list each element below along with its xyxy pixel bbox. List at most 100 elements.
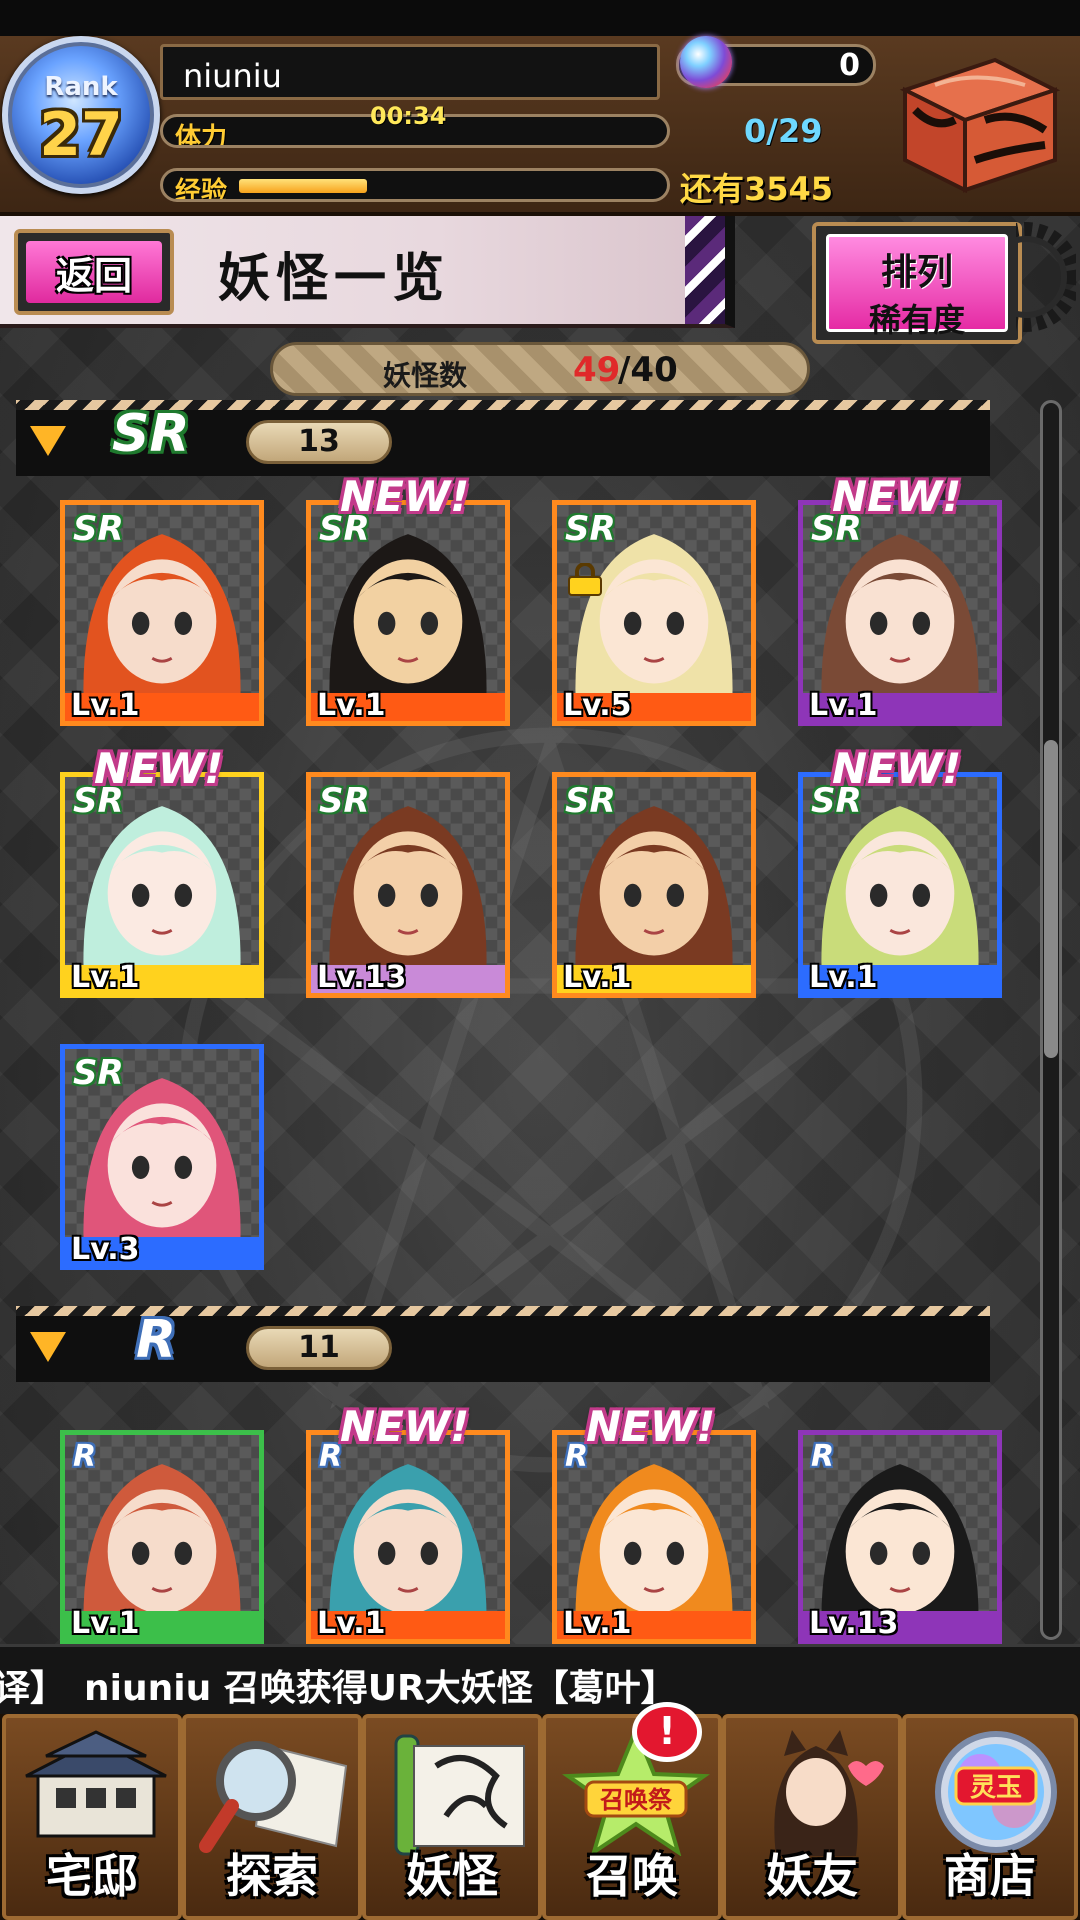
announcement-ticker: 译】 niuniu 召唤获得UR大妖怪【葛叶】 xyxy=(0,1644,1080,1714)
yokai-count-pill: 妖怪数 49 /40 xyxy=(270,342,810,396)
yokai-card[interactable]: SR Lv.1 xyxy=(552,772,756,998)
new-tag: NEW! xyxy=(340,1402,470,1451)
rarity-badge: R xyxy=(73,1439,97,1474)
back-button-label: 返回 xyxy=(55,253,132,298)
level-label: Lv.1 xyxy=(563,1606,632,1641)
collapse-arrow-icon xyxy=(30,426,66,456)
yokai-card[interactable]: R Lv.1 xyxy=(60,1430,264,1644)
nav-label: 宅邸 xyxy=(46,1849,138,1903)
lock-icon xyxy=(568,563,602,596)
yokai-card[interactable]: SR Lv.3 xyxy=(60,1044,264,1270)
nav-label: 探索 xyxy=(226,1849,318,1903)
ticker-text: 译】 niuniu 召唤获得UR大妖怪【葛叶】 xyxy=(0,1668,677,1709)
player-name-box: niuniu xyxy=(160,44,660,100)
nav-label: 妖怪 xyxy=(406,1849,498,1903)
level-label: Lv.1 xyxy=(317,688,386,723)
sort-button-face: 排列 稀有度 xyxy=(826,234,1008,339)
scrollbar-thumb[interactable] xyxy=(1044,740,1058,1058)
yokai-card[interactable]: SR Lv.1 xyxy=(798,500,1002,726)
rarity-badge: SR xyxy=(73,509,124,549)
stamina-label: 体力 xyxy=(175,123,228,148)
section-header-sr[interactable]: SR 13 xyxy=(16,400,990,476)
level-label: Lv.1 xyxy=(563,960,632,995)
bottom-nav: 宅邸 探索 妖怪 召唤祭 召唤 妖友 灵玉 商店 xyxy=(0,1714,1080,1920)
yokai-card[interactable]: SR Lv.1 xyxy=(60,772,264,998)
yokai-card[interactable]: R Lv.1 xyxy=(552,1430,756,1644)
magnifier-map-icon xyxy=(199,1741,348,1853)
yokai-count-current: 49 xyxy=(573,350,621,390)
yokai-card[interactable]: R Lv.13 xyxy=(798,1430,1002,1644)
yokai-card[interactable]: R Lv.1 xyxy=(306,1430,510,1644)
rank-badge: Rank 27 xyxy=(2,36,160,194)
sort-button-label: 排列 xyxy=(880,252,953,293)
section-header-r[interactable]: R 11 xyxy=(16,1306,990,1382)
rarity-badge: R xyxy=(319,1439,343,1474)
stamina-timer: 00:34 xyxy=(370,102,447,130)
nav-label: 商店 xyxy=(944,1849,1036,1903)
stamina-value: 0/29 xyxy=(744,112,823,150)
nav-shop[interactable]: 灵玉 商店 xyxy=(902,1714,1078,1920)
summon-festival-label: 召唤祭 xyxy=(599,1786,673,1814)
level-label: Lv.1 xyxy=(71,688,140,723)
exp-label: 经验 xyxy=(175,177,228,202)
friend-girl-icon xyxy=(774,1730,884,1856)
nav-explore[interactable]: 探索 xyxy=(182,1714,362,1920)
back-button[interactable]: 返回 xyxy=(14,229,174,315)
yokai-card[interactable]: SR Lv.1 xyxy=(306,500,510,726)
rank-label: Rank xyxy=(44,72,118,102)
level-label: Lv.13 xyxy=(809,1606,899,1641)
exp-bar: 经验 xyxy=(160,168,670,202)
collapse-arrow-icon xyxy=(30,1332,66,1362)
nav-friends[interactable]: 妖友 xyxy=(722,1714,902,1920)
level-label: Lv.1 xyxy=(317,1606,386,1641)
gear-icon xyxy=(1016,222,1076,332)
new-tag: NEW! xyxy=(832,472,962,521)
exp-remaining: 还有3545 xyxy=(680,170,834,208)
nav-label: 妖友 xyxy=(766,1849,858,1903)
rarity-badge: SR xyxy=(319,781,370,821)
level-label: Lv.1 xyxy=(71,960,140,995)
yokai-card[interactable]: SR Lv.13 xyxy=(306,772,510,998)
rank-value: 27 xyxy=(39,100,123,170)
exp-bar-fill xyxy=(239,179,367,193)
yokai-count-label: 妖怪数 xyxy=(383,359,468,392)
level-label: Lv.13 xyxy=(317,960,407,995)
page-title: 妖怪一览 xyxy=(218,249,451,309)
spirit-orb-label: 灵玉 xyxy=(970,1773,1022,1803)
rarity-badge: R xyxy=(811,1439,835,1474)
section-rarity-label: R xyxy=(136,1310,177,1370)
yokai-card[interactable]: SR Lv.1 xyxy=(60,500,264,726)
level-label: Lv.1 xyxy=(809,688,878,723)
rarity-badge: R xyxy=(565,1439,589,1474)
spirit-orb-icon: 灵玉 xyxy=(935,1731,1057,1853)
level-label: Lv.1 xyxy=(809,960,878,995)
rarity-badge: SR xyxy=(565,781,616,821)
section-count: 13 xyxy=(246,420,392,464)
new-tag: NEW! xyxy=(832,744,962,793)
yokai-card[interactable]: SR Lv.5 xyxy=(552,500,756,726)
yokai-count-max: /40 xyxy=(618,350,678,390)
system-status-bar xyxy=(0,0,1080,36)
player-name: niuniu xyxy=(183,57,282,95)
rarity-badge: SR xyxy=(565,509,616,549)
storage-chest-icon[interactable] xyxy=(884,50,1066,200)
summon-alert-badge: ! xyxy=(632,1702,702,1762)
back-button-face: 返回 xyxy=(26,241,162,303)
level-label: Lv.5 xyxy=(563,688,632,723)
spirit-orb-icon xyxy=(680,36,732,88)
sort-button[interactable]: 排列 稀有度 xyxy=(812,222,1022,344)
rarity-badge: SR xyxy=(73,1053,124,1093)
level-label: Lv.3 xyxy=(71,1232,140,1267)
nav-mansion[interactable]: 宅邸 xyxy=(2,1714,182,1920)
new-tag: NEW! xyxy=(586,1402,716,1451)
new-tag: NEW! xyxy=(340,472,470,521)
level-label: Lv.1 xyxy=(71,1606,140,1641)
section-rarity-label: SR xyxy=(112,404,190,464)
scroll-icon xyxy=(394,1734,525,1856)
section-count: 11 xyxy=(246,1326,392,1370)
mansion-icon xyxy=(25,1730,167,1838)
nav-label: 召唤 xyxy=(586,1849,678,1903)
spirit-orb-count: 0 xyxy=(839,48,860,83)
nav-yokai[interactable]: 妖怪 xyxy=(362,1714,542,1920)
yokai-card[interactable]: SR Lv.1 xyxy=(798,772,1002,998)
